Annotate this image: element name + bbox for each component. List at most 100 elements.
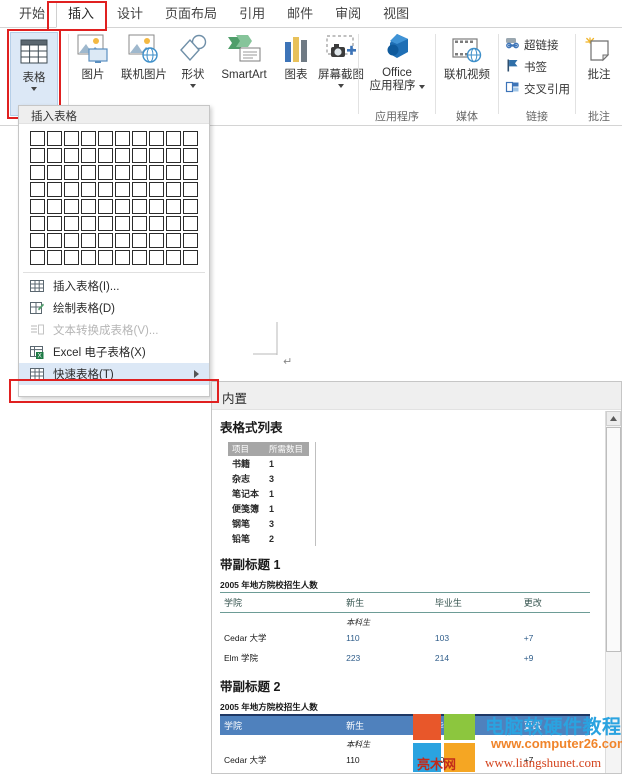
table-grid-cell[interactable] [47, 131, 62, 146]
table-grid-cell[interactable] [132, 216, 147, 231]
table-grid-cell[interactable] [81, 182, 96, 197]
table-grid-cell[interactable] [98, 216, 113, 231]
table-grid-cell[interactable] [81, 233, 96, 248]
table-grid-cell[interactable] [64, 182, 79, 197]
gallery-section-subtitle-2[interactable]: 带副标题 2 2005 年地方院校招生人数 学院 新生 毕业生 更改 本科生 C… [212, 670, 606, 773]
table-size-grid[interactable] [19, 124, 209, 270]
table-grid-cell[interactable] [183, 148, 198, 163]
table-grid-cell[interactable] [183, 199, 198, 214]
table-grid-cell[interactable] [64, 131, 79, 146]
table-grid-cell[interactable] [30, 216, 45, 231]
table-grid-cell[interactable] [81, 199, 96, 214]
tab-page-layout[interactable]: 页面布局 [154, 2, 228, 27]
table-grid-cell[interactable] [47, 148, 62, 163]
table-grid-cell[interactable] [149, 233, 164, 248]
table-grid-cell[interactable] [64, 199, 79, 214]
scrollbar-thumb[interactable] [606, 427, 621, 652]
online-video-button[interactable]: 联机视频 [439, 36, 495, 82]
table-grid-cell[interactable] [98, 148, 113, 163]
table-grid-cell[interactable] [81, 148, 96, 163]
table-grid-cell[interactable] [149, 148, 164, 163]
table-grid-cell[interactable] [64, 165, 79, 180]
table-grid-cell[interactable] [115, 131, 130, 146]
insert-picture-button[interactable]: 图片 [72, 34, 114, 82]
table-grid-cell[interactable] [166, 182, 181, 197]
table-grid-cell[interactable] [183, 182, 198, 197]
insert-shapes-button[interactable]: 形状 [173, 34, 213, 88]
table-grid-cell[interactable] [30, 233, 45, 248]
tab-review[interactable]: 审阅 [324, 2, 372, 27]
menu-item-quick-tables[interactable]: 快速表格(T) [19, 363, 209, 385]
insert-table-button[interactable]: 表格 [10, 32, 58, 116]
table-grid-cell[interactable] [166, 233, 181, 248]
table-grid-cell[interactable] [132, 131, 147, 146]
table-grid-cell[interactable] [115, 250, 130, 265]
table-grid-cell[interactable] [132, 182, 147, 197]
menu-item-excel-spreadsheet[interactable]: X Excel 电子表格(X) [19, 341, 209, 363]
scrollbar-up-arrow[interactable] [606, 411, 621, 426]
insert-chart-button[interactable]: 图表 [277, 34, 315, 82]
table-grid-cell[interactable] [166, 216, 181, 231]
cross-reference-button[interactable]: 交叉引用 [505, 80, 570, 98]
table-grid-cell[interactable] [98, 165, 113, 180]
tab-references[interactable]: 引用 [228, 2, 276, 27]
preview-table-list[interactable]: 项目 所需数目 书籍 1 杂志 3 笔记本 1 便笺簿 1 钢笔 3 铅笔 2 [228, 442, 316, 546]
chevron-down-icon[interactable] [31, 87, 37, 91]
table-grid-cell[interactable] [47, 182, 62, 197]
table-grid-cell[interactable] [132, 250, 147, 265]
table-grid-cell[interactable] [149, 216, 164, 231]
table-grid-cell[interactable] [115, 148, 130, 163]
tab-mailings[interactable]: 邮件 [276, 2, 324, 27]
table-grid-cell[interactable] [149, 165, 164, 180]
table-grid-cell[interactable] [64, 148, 79, 163]
table-grid-cell[interactable] [183, 131, 198, 146]
table-grid-cell[interactable] [98, 131, 113, 146]
table-grid-cell[interactable] [64, 216, 79, 231]
bookmark-button[interactable]: 书签 [505, 58, 547, 76]
table-grid-cell[interactable] [183, 250, 198, 265]
table-grid-cell[interactable] [166, 165, 181, 180]
preview-table-subtitle-2[interactable]: 2005 年地方院校招生人数 学院 新生 毕业生 更改 本科生 Cedar 大学… [220, 701, 592, 773]
gallery-section-list-table[interactable]: 表格式列表 项目 所需数目 书籍 1 杂志 3 笔记本 1 便笺簿 1 钢笔 3… [212, 411, 606, 548]
table-grid-cell[interactable] [166, 131, 181, 146]
table-grid-cell[interactable] [149, 250, 164, 265]
table-grid-cell[interactable] [132, 233, 147, 248]
table-grid-cell[interactable] [115, 216, 130, 231]
table-grid-cell[interactable] [47, 216, 62, 231]
gallery-scrollbar[interactable] [605, 411, 621, 773]
table-grid-cell[interactable] [30, 131, 45, 146]
table-grid-cell[interactable] [166, 250, 181, 265]
table-grid-cell[interactable] [30, 250, 45, 265]
table-grid-cell[interactable] [183, 233, 198, 248]
table-grid-cell[interactable] [98, 182, 113, 197]
table-grid-cell[interactable] [132, 199, 147, 214]
table-grid-cell[interactable] [149, 131, 164, 146]
menu-item-draw-table[interactable]: 绘制表格(D) [19, 297, 209, 319]
table-grid-cell[interactable] [166, 199, 181, 214]
table-grid-cell[interactable] [47, 199, 62, 214]
screenshot-chevron-down-icon[interactable] [338, 84, 344, 88]
shapes-chevron-down-icon[interactable] [190, 84, 196, 88]
office-apps-button[interactable]: Office 应用程序 [362, 32, 432, 93]
hyperlink-button[interactable]: 超链接 [505, 36, 559, 54]
table-grid-cell[interactable] [30, 165, 45, 180]
table-grid-cell[interactable] [98, 199, 113, 214]
table-grid-cell[interactable] [183, 165, 198, 180]
table-grid-cell[interactable] [47, 165, 62, 180]
tab-start[interactable]: 开始 [8, 2, 56, 27]
table-grid-cell[interactable] [166, 148, 181, 163]
table-grid-cell[interactable] [47, 250, 62, 265]
table-grid-cell[interactable] [81, 216, 96, 231]
office-apps-chevron-down-icon[interactable] [418, 84, 425, 89]
tab-design[interactable]: 设计 [106, 2, 154, 27]
table-grid-cell[interactable] [183, 216, 198, 231]
table-grid-cell[interactable] [30, 199, 45, 214]
table-grid-cell[interactable] [149, 199, 164, 214]
table-grid-cell[interactable] [30, 182, 45, 197]
new-comment-button[interactable]: 批注 [579, 36, 619, 82]
tab-insert[interactable]: 插入 [56, 0, 107, 28]
table-grid-cell[interactable] [81, 165, 96, 180]
insert-smartart-button[interactable]: SmartArt [213, 34, 275, 82]
preview-table-subtitle-1[interactable]: 2005 年地方院校招生人数 学院 新生 毕业生 更改 本科生 Cedar 大学… [220, 579, 592, 668]
table-grid-cell[interactable] [115, 182, 130, 197]
